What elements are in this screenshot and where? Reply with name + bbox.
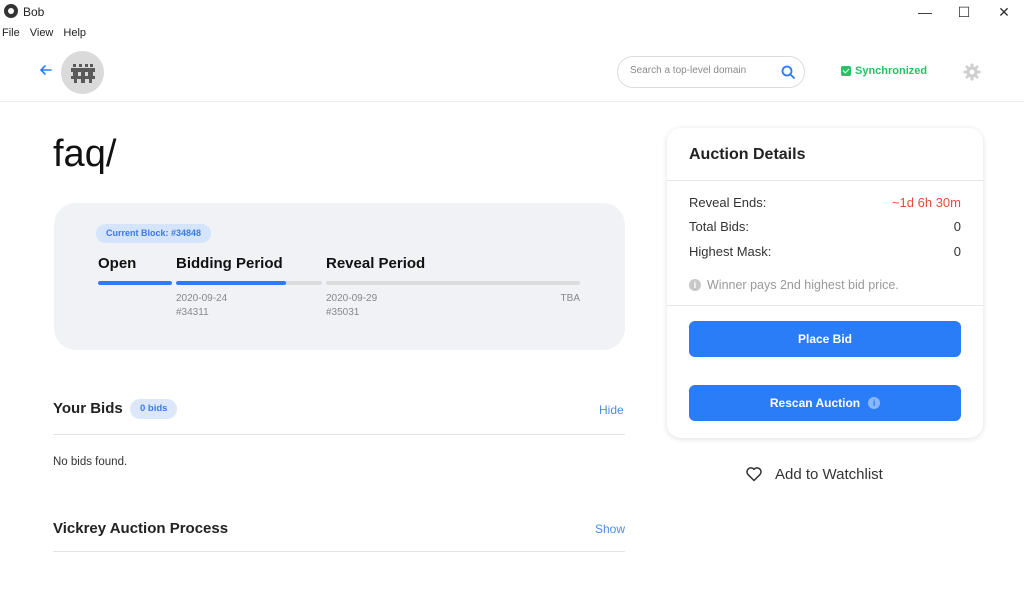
phase-label: Open: [98, 255, 137, 272]
phase-progress-bar: [326, 281, 580, 285]
show-vickrey-link[interactable]: Show: [595, 522, 625, 536]
auction-timeline-card: Current Block: #34848 Open Bidding Perio…: [54, 203, 625, 350]
minimize-button[interactable]: —: [905, 0, 945, 24]
back-button[interactable]: [38, 63, 54, 79]
your-bids-title: Your Bids: [53, 400, 123, 417]
phase-progress-bar: [98, 281, 172, 285]
detail-label: Reveal Ends:: [689, 195, 767, 210]
auction-details-card: Auction Details Reveal Ends: ~1d 6h 30m …: [667, 128, 983, 438]
reveal-ends-row: Reveal Ends: ~1d 6h 30m: [689, 195, 961, 210]
phase-label: Reveal Period: [326, 255, 426, 272]
arrow-left-icon: [40, 65, 52, 75]
detail-value: 0: [953, 244, 961, 259]
phase-block: #35031: [326, 307, 360, 318]
title-bar: Bob — ☐ ✕: [0, 0, 1024, 24]
domain-identicon-icon: [70, 63, 95, 83]
phase-reveal: Reveal Period 2020-09-29 #35031 TBA: [326, 255, 580, 318]
phase-block: #34311: [176, 307, 209, 318]
current-block-badge: Current Block: #34848: [96, 224, 212, 243]
divider: [667, 180, 983, 181]
phase-dates: 2020-09-24 #34311: [176, 292, 227, 320]
phase-label: Bidding Period: [176, 255, 283, 272]
total-bids-row: Total Bids: 0: [689, 219, 961, 234]
place-bid-button[interactable]: Place Bid: [689, 321, 961, 357]
winner-note: i Winner pays 2nd highest bid price.: [689, 278, 899, 292]
menu-bar: File View Help: [0, 27, 94, 43]
winner-note-text: Winner pays 2nd highest bid price.: [707, 278, 899, 292]
detail-value: 0: [953, 219, 961, 234]
bids-count-badge: 0 bids: [130, 399, 178, 419]
check-icon: [841, 66, 851, 76]
gear-icon[interactable]: [963, 63, 981, 81]
place-bid-label: Place Bid: [797, 332, 853, 346]
sync-label: Synchronized: [855, 65, 928, 77]
sync-status: Synchronized: [841, 65, 927, 77]
highest-mask-row: Highest Mask: 0: [689, 244, 961, 259]
phase-dates: 2020-09-29 #35031: [326, 292, 377, 320]
heart-icon: [746, 467, 762, 482]
search-icon[interactable]: [780, 64, 796, 80]
watchlist-label: Add to Watchlist: [775, 465, 883, 483]
info-icon: i: [689, 279, 701, 291]
menu-help[interactable]: Help: [61, 27, 88, 43]
detail-label: Highest Mask:: [689, 244, 772, 259]
divider: [53, 551, 625, 552]
vickrey-title: Vickrey Auction Process: [53, 520, 229, 537]
add-to-watchlist-button[interactable]: Add to Watchlist: [745, 465, 883, 483]
phase-date: 2020-09-29: [326, 293, 378, 304]
rescan-auction-button[interactable]: Rescan Auction i: [689, 385, 961, 421]
divider: [667, 305, 983, 306]
maximize-button[interactable]: ☐: [944, 0, 984, 24]
phase-end: TBA: [560, 293, 580, 304]
auction-details-title: Auction Details: [689, 146, 806, 163]
domain-title: faq/: [53, 133, 117, 175]
app-header: Synchronized: [0, 44, 1024, 102]
search-bar: [617, 56, 805, 88]
search-input[interactable]: [630, 65, 770, 76]
detail-value: ~1d 6h 30m: [891, 195, 961, 210]
menu-view[interactable]: View: [28, 27, 56, 43]
rescan-auction-label: Rescan Auction: [769, 396, 861, 410]
window-title: Bob: [23, 5, 45, 19]
detail-label: Total Bids:: [689, 219, 749, 234]
phase-date: 2020-09-24: [176, 293, 228, 304]
avatar: [61, 51, 104, 94]
app-logo-icon: [4, 4, 18, 18]
close-button[interactable]: ✕: [984, 0, 1024, 24]
phase-open: Open: [98, 255, 172, 285]
divider: [53, 434, 625, 435]
info-icon: i: [868, 397, 881, 409]
hide-bids-link[interactable]: Hide: [599, 403, 624, 417]
menu-file[interactable]: File: [0, 27, 22, 43]
no-bids-message: No bids found.: [53, 456, 128, 468]
phase-progress-fill: [176, 281, 286, 285]
phase-progress-bar: [176, 281, 322, 285]
phase-progress-fill: [98, 281, 172, 285]
phase-bidding: Bidding Period 2020-09-24 #34311: [176, 255, 322, 318]
